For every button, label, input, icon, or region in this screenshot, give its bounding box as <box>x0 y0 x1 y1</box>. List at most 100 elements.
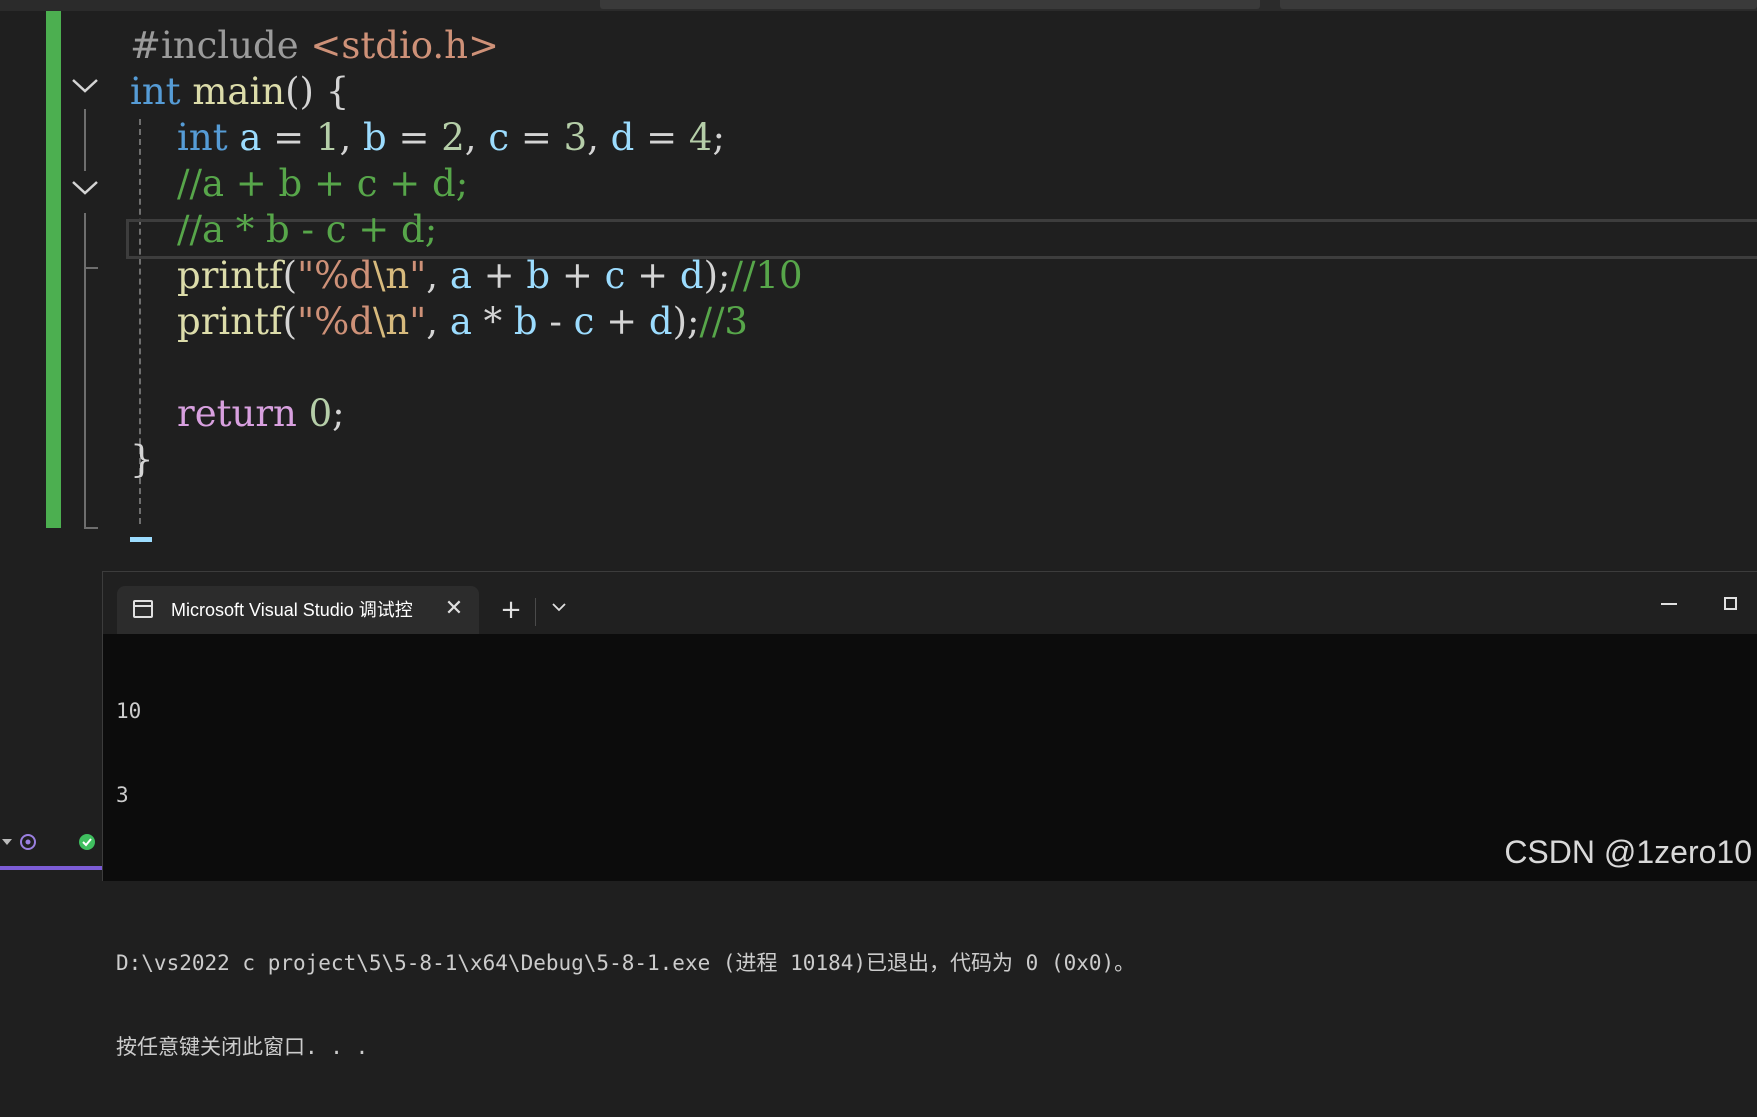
console-output: 10 3 D:\vs2022 c project\5\5-8-1\x64\Deb… <box>116 641 1135 1117</box>
code-token: b <box>363 116 387 159</box>
close-icon[interactable]: ✕ <box>439 594 469 624</box>
fold-toggle-comment[interactable] <box>70 174 100 204</box>
console-titlebar[interactable]: Microsoft Visual Studio 调试控 ✕ + <box>103 571 1757 634</box>
code-line[interactable]: #include <stdio.h> <box>130 21 499 71</box>
tab-separator <box>535 598 536 626</box>
fold-toggle-main[interactable] <box>70 72 100 102</box>
code-token <box>130 254 177 297</box>
dropdown-arrow-icon[interactable] <box>2 838 12 846</box>
code-token <box>130 392 177 435</box>
code-token: c <box>574 300 595 343</box>
code-token <box>130 116 177 159</box>
status-ok-icon[interactable] <box>78 833 96 851</box>
code-token: , <box>465 116 489 159</box>
code-token: = <box>634 116 689 159</box>
text-caret <box>130 537 152 542</box>
console-line: 3 <box>116 781 1135 809</box>
code-token: c <box>605 254 626 297</box>
editor-tab-fragment[interactable] <box>600 0 1260 9</box>
code-token: c <box>488 116 509 159</box>
status-accent-bar <box>0 866 102 870</box>
status-strip <box>0 828 102 881</box>
code-token <box>130 300 177 343</box>
code-token: 3 <box>564 116 588 159</box>
code-token: () { <box>285 70 349 113</box>
chevron-down-icon[interactable] <box>541 592 577 628</box>
code-token: int <box>130 70 181 113</box>
console-tab[interactable]: Microsoft Visual Studio 调试控 ✕ <box>117 586 479 634</box>
code-line[interactable]: } <box>130 435 154 485</box>
change-indicator-bar <box>46 11 61 528</box>
chevron-down-icon <box>71 78 99 94</box>
code-token: d <box>649 300 673 343</box>
code-token: b <box>526 254 550 297</box>
code-token: } <box>130 438 154 481</box>
code-token: 4 <box>689 116 713 159</box>
code-token: <stdio.h> <box>310 24 499 67</box>
code-token: ; <box>332 392 344 435</box>
console-line: D:\vs2022 c project\5\5-8-1\x64\Debug\5-… <box>116 949 1135 977</box>
plus-icon[interactable]: + <box>493 592 529 628</box>
code-editor[interactable]: #include <stdio.h>int main() { int a = 1… <box>0 11 1757 571</box>
code-token: \n <box>373 254 409 297</box>
code-token <box>130 208 177 251</box>
code-token: = <box>509 116 564 159</box>
code-token: "%d <box>297 254 373 297</box>
code-token: printf <box>177 300 283 343</box>
code-token: , <box>426 254 450 297</box>
code-line[interactable]: //a + b + c + d; <box>130 159 468 209</box>
code-token: + <box>625 254 680 297</box>
fold-line <box>84 213 86 269</box>
code-line[interactable]: int main() { <box>130 67 349 117</box>
code-token: d <box>680 254 704 297</box>
code-token: //10 <box>731 254 803 297</box>
code-token: #include <box>130 24 310 67</box>
code-token <box>228 116 240 159</box>
code-token: d <box>611 116 635 159</box>
code-token: - <box>538 300 574 343</box>
code-token: = <box>261 116 316 159</box>
code-token: " <box>409 254 426 297</box>
code-line[interactable]: //a * b - c + d; <box>130 205 437 255</box>
console-line: 按任意键关闭此窗口. . . <box>116 1033 1135 1061</box>
editor-tab-fragment-right[interactable] <box>1280 0 1757 9</box>
code-line[interactable]: return 0; <box>130 389 345 439</box>
fold-line <box>84 109 86 171</box>
code-token: * <box>472 300 514 343</box>
code-token: //3 <box>700 300 748 343</box>
code-token: a <box>239 116 261 159</box>
terminal-icon <box>133 600 153 618</box>
code-token <box>181 70 193 113</box>
code-token: main <box>192 70 285 113</box>
debug-console-window[interactable]: Microsoft Visual Studio 调试控 ✕ + 10 3 D:\… <box>102 571 1757 881</box>
code-token: ); <box>673 300 700 343</box>
code-token: return <box>177 392 297 435</box>
code-token <box>130 162 177 205</box>
code-token: 0 <box>309 392 333 435</box>
code-token: //a * b - c + d; <box>177 208 437 251</box>
code-token: ; <box>712 116 724 159</box>
code-token: ( <box>283 254 297 297</box>
fold-line <box>84 269 86 529</box>
fold-line-end <box>84 267 98 269</box>
watermark-text: CSDN @1zero10 <box>1504 833 1752 871</box>
code-token: 2 <box>441 116 465 159</box>
maximize-icon[interactable] <box>1713 586 1749 622</box>
code-token: ( <box>283 300 297 343</box>
code-line[interactable]: int a = 1, b = 2, c = 3, d = 4; <box>130 113 725 163</box>
code-token: \n <box>373 300 409 343</box>
code-token: ); <box>704 254 731 297</box>
console-tab-title: Microsoft Visual Studio 调试控 <box>171 598 431 622</box>
code-token: int <box>177 116 228 159</box>
fold-line-end <box>84 527 98 529</box>
code-token: a <box>450 254 472 297</box>
code-token: + <box>472 254 527 297</box>
code-line[interactable]: printf("%d\n", a + b + c + d);//10 <box>130 251 803 301</box>
code-token: = <box>387 116 442 159</box>
chevron-down-icon <box>71 180 99 196</box>
code-token: " <box>409 300 426 343</box>
code-line[interactable]: printf("%d\n", a * b - c + d);//3 <box>130 297 748 347</box>
minimize-icon[interactable] <box>1651 586 1687 622</box>
copilot-icon[interactable] <box>18 832 38 852</box>
code-token: , <box>587 116 611 159</box>
